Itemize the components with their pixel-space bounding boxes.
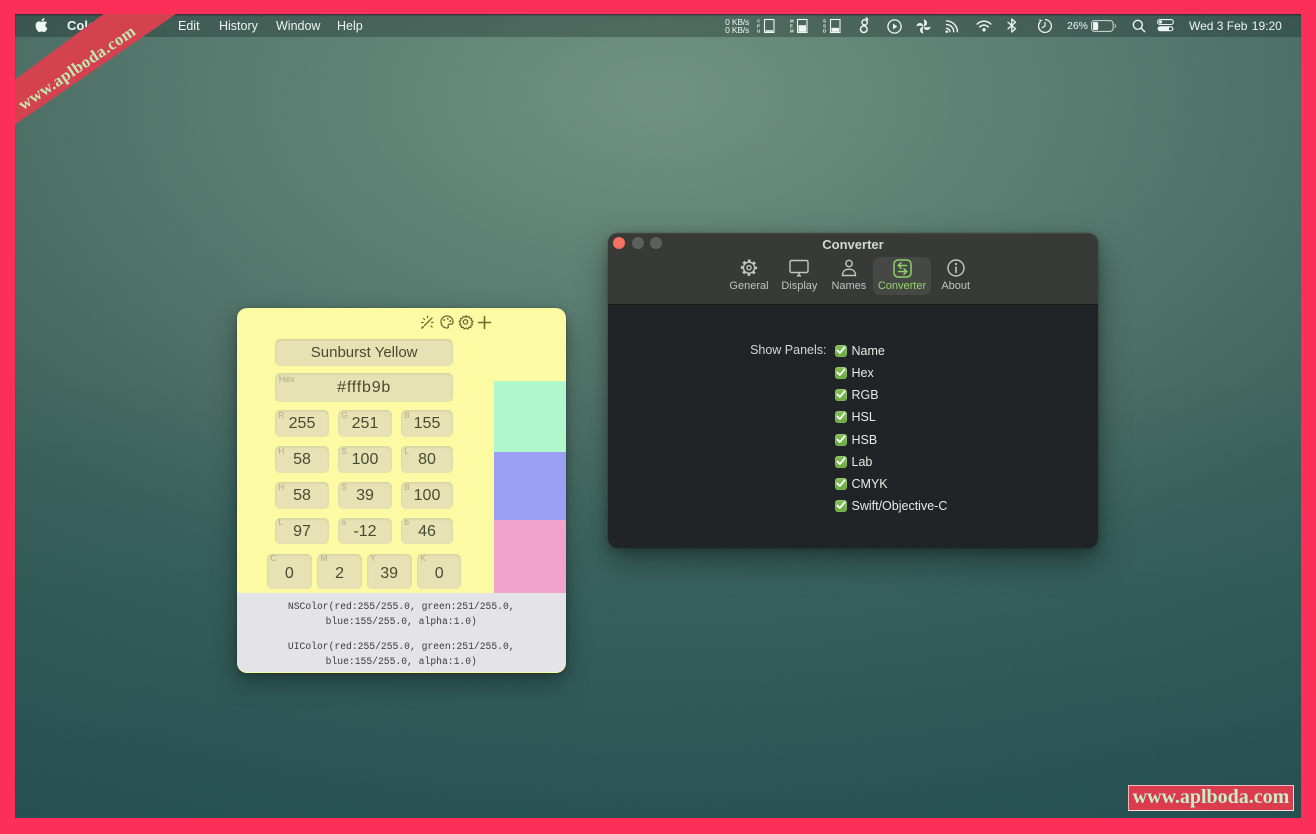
svg-text:M: M (790, 29, 794, 34)
svg-text:S: S (823, 24, 826, 29)
svg-text:E: E (790, 24, 793, 29)
svg-text:U: U (757, 29, 760, 34)
svg-text:S: S (823, 19, 826, 24)
svg-text:P: P (757, 24, 760, 29)
svg-text:D: D (823, 29, 827, 34)
svg-text:M: M (790, 19, 794, 24)
svg-text:C: C (757, 19, 761, 24)
